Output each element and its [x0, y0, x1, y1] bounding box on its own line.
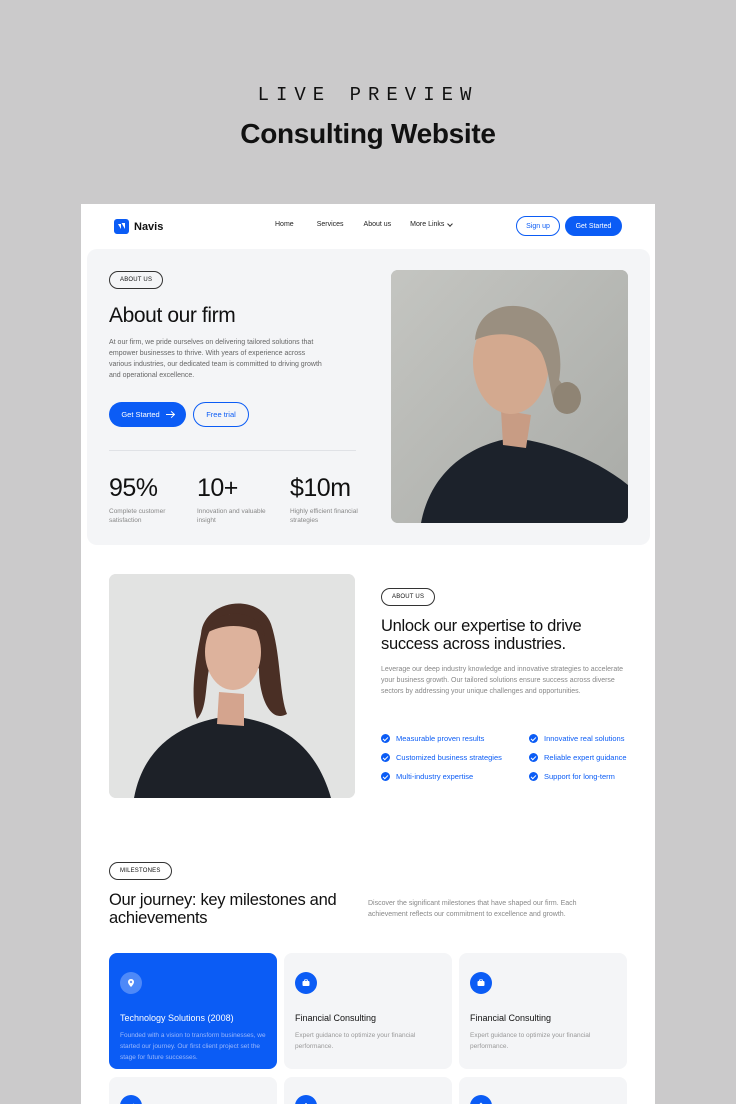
- milestone-card-financial[interactable]: Financial Consulting Expert guidance to …: [284, 953, 452, 1069]
- feature-item: Innovative real solutions: [529, 734, 651, 743]
- about-hero-section: ABOUT US About our firm At our firm, we …: [87, 249, 650, 545]
- about-us-badge: ABOUT US: [109, 271, 164, 289]
- hero-title: About our firm: [109, 304, 236, 327]
- signup-button[interactable]: Sign up: [516, 216, 560, 236]
- feature-label: Reliable expert guidance: [544, 753, 627, 762]
- card-description: Expert guidance to optimize your financi…: [295, 1032, 416, 1050]
- nav-link-about[interactable]: About us: [364, 221, 392, 228]
- check-circle-icon: [529, 772, 538, 781]
- stat-financial: $10m Highly efficient financial strategi…: [290, 474, 362, 525]
- plus-icon: [295, 1095, 317, 1104]
- card-title: Technology Solutions (2008): [120, 1013, 234, 1023]
- arrow-right-icon: [165, 414, 174, 415]
- check-circle-icon: [381, 734, 390, 743]
- stat-label: Complete customer satisfaction: [109, 508, 166, 524]
- feature-label: Support for long-term: [544, 772, 615, 781]
- milestone-card-financial-2[interactable]: Financial Consulting Expert guidance to …: [459, 953, 627, 1069]
- page-title: Consulting Website: [240, 118, 496, 149]
- briefcase-icon: [470, 972, 492, 994]
- divider: [109, 450, 356, 451]
- stat-innovation: 10+ Innovation and valuable insight: [197, 474, 269, 525]
- stat-satisfaction: 95% Complete customer satisfaction: [109, 474, 181, 525]
- nav-links: Home Services About us More Links: [275, 221, 454, 228]
- milestones-title: Our journey: key milestones and achievem…: [109, 891, 337, 927]
- feature-label: Measurable proven results: [396, 734, 485, 743]
- stat-value: $10m: [290, 474, 351, 502]
- hero-get-started-label: Get Started: [121, 410, 160, 419]
- check-circle-icon: [381, 772, 390, 781]
- logo[interactable]: Navis: [114, 219, 163, 234]
- stat-value: 95%: [109, 474, 158, 502]
- feature-label: Innovative real solutions: [544, 734, 625, 743]
- logo-mark-icon: [114, 219, 129, 234]
- feature-label: Multi-industry expertise: [396, 772, 474, 781]
- nav-link-home[interactable]: Home: [275, 221, 294, 228]
- milestone-card-technology[interactable]: Technology Solutions (2008) Founded with…: [109, 953, 277, 1069]
- expertise-portrait-image: [109, 574, 355, 798]
- briefcase-icon: [295, 972, 317, 994]
- milestone-card[interactable]: [109, 1077, 277, 1104]
- diamond-icon: [470, 1095, 492, 1104]
- hero-description: At our firm, we pride ourselves on deliv…: [109, 339, 322, 379]
- feature-label: Customized business strategies: [396, 753, 502, 762]
- check-circle-icon: [529, 753, 538, 762]
- milestones-badge: MILESTONES: [109, 862, 172, 880]
- chevron-down-icon: [447, 221, 454, 227]
- milestone-card[interactable]: [459, 1077, 627, 1104]
- free-trial-button[interactable]: Free trial: [193, 402, 249, 427]
- top-navigation: Navis Home Services About us More Links …: [81, 204, 655, 248]
- about-us-badge-2: ABOUT US: [381, 588, 436, 606]
- feature-item: Measurable proven results: [381, 734, 529, 743]
- card-title: Financial Consulting: [470, 1013, 552, 1023]
- card-description: Founded with a vision to transform busin…: [120, 1032, 266, 1061]
- logo-text: Navis: [134, 220, 164, 233]
- milestone-card[interactable]: [284, 1077, 452, 1104]
- stat-value: 10+: [197, 474, 238, 502]
- card-title: Financial Consulting: [295, 1013, 377, 1023]
- nav-link-more[interactable]: More Links: [410, 221, 454, 228]
- card-description: Expert guidance to optimize your financi…: [470, 1032, 591, 1050]
- hero-portrait-image: [391, 270, 628, 523]
- expertise-title: Unlock our expertise to drive success ac…: [381, 617, 582, 653]
- nav-get-started-button[interactable]: Get Started: [565, 216, 622, 236]
- nav-link-more-label: More Links: [410, 221, 445, 228]
- stat-label: Innovation and valuable insight: [197, 508, 266, 524]
- stat-label: Highly efficient financial strategies: [290, 508, 358, 524]
- expertise-description: Leverage our deep industry knowledge and…: [381, 666, 624, 695]
- nav-link-services[interactable]: Services: [317, 221, 344, 228]
- feature-item: Support for long-term: [529, 772, 651, 781]
- website-preview-frame: Navis Home Services About us More Links …: [81, 204, 655, 1104]
- hero-get-started-button[interactable]: Get Started: [109, 402, 186, 427]
- check-circle-icon: [529, 734, 538, 743]
- feature-item: Customized business strategies: [381, 753, 529, 762]
- location-pin-icon: [120, 972, 142, 994]
- milestones-description: Discover the significant milestones that…: [368, 900, 577, 918]
- feature-item: Multi-industry expertise: [381, 772, 529, 781]
- feature-item: Reliable expert guidance: [529, 753, 651, 762]
- check-icon: [120, 1095, 142, 1104]
- feature-list: Measurable proven results Innovative rea…: [381, 734, 651, 781]
- eyebrow-label: LIVE PREVIEW: [257, 84, 479, 106]
- check-circle-icon: [381, 753, 390, 762]
